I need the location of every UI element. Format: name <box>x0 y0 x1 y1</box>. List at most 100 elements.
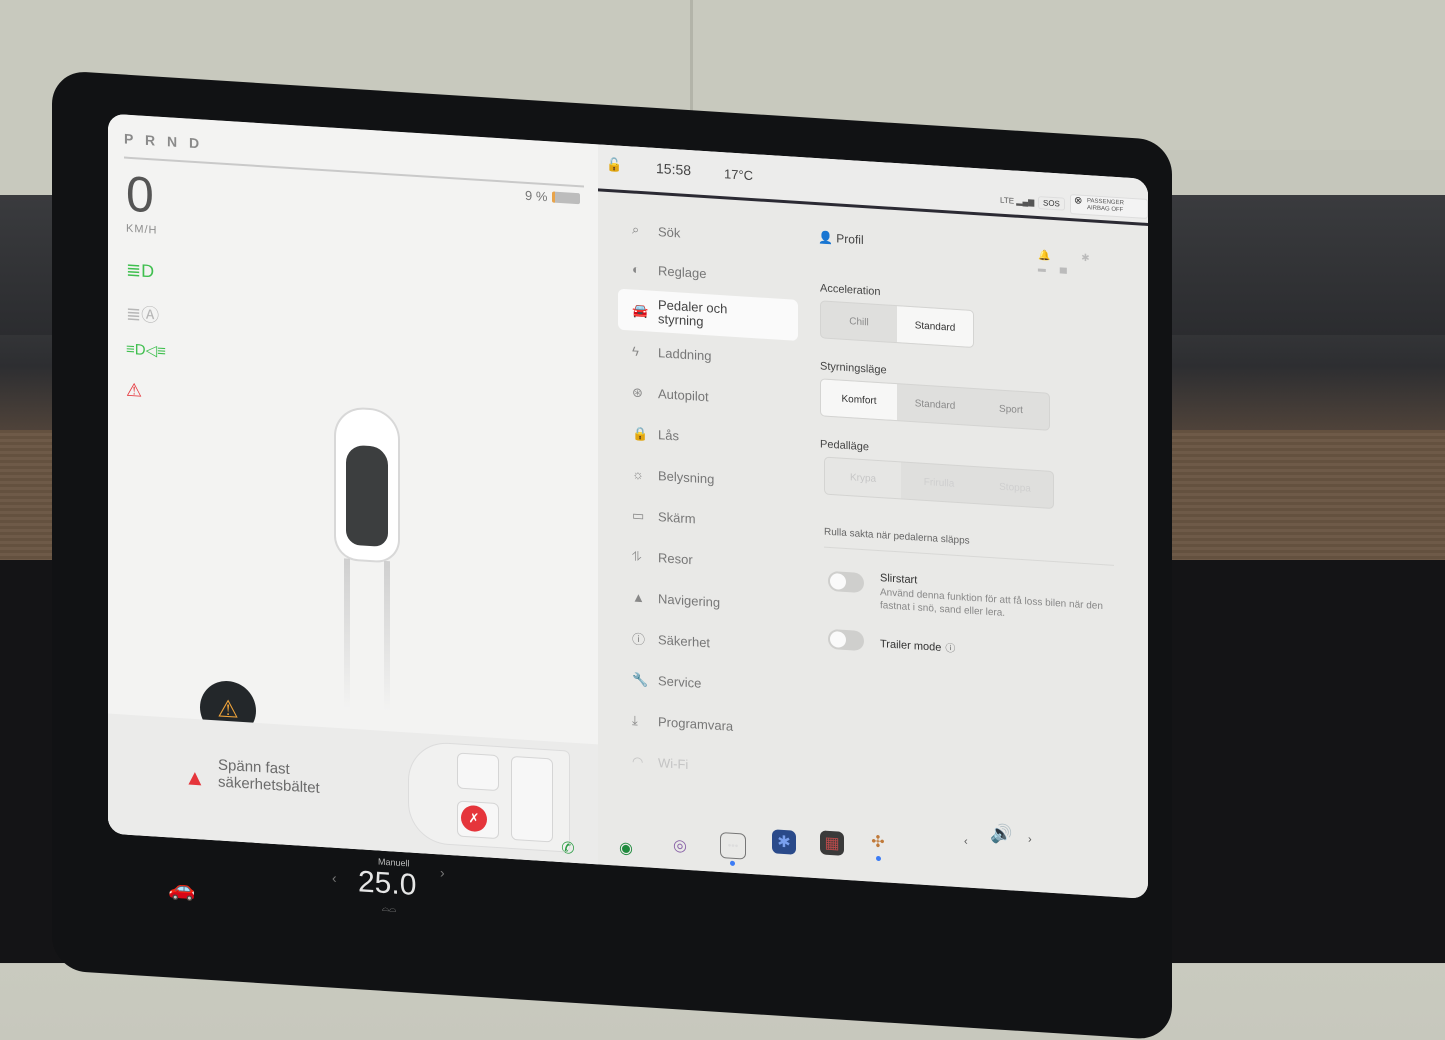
pedal-mode-hint: Rulla sakta när pedalerna släpps <box>824 526 970 547</box>
nav-item-label: Skärm <box>658 509 696 527</box>
light-icon: ☼ <box>632 466 644 483</box>
nav-item-label: Reglage <box>658 263 707 282</box>
steering-option-komfort[interactable]: Komfort <box>821 379 897 421</box>
seat-map: ✗ <box>408 740 570 853</box>
display-bezel: P R N D 9 % 0 KM/H ≣D ≣Ⓐ ≡D◁≡ ⚠ ⚠ ▲ Spän… <box>52 70 1172 1040</box>
touchscreen: P R N D 9 % 0 KM/H ≣D ≣Ⓐ ≡D◁≡ ⚠ ⚠ ▲ Spän… <box>108 113 1148 899</box>
lane-line-right <box>384 560 390 712</box>
volume-decrease[interactable]: ‹ <box>964 835 968 847</box>
nav-item-label: Wi-Fi <box>658 755 689 773</box>
sos-button[interactable]: SOS <box>1038 196 1065 211</box>
gear-divider <box>124 156 584 188</box>
nav-item-label: Autopilot <box>658 386 709 405</box>
slip-start-toggle[interactable] <box>828 570 864 594</box>
nav-item-label: Service <box>658 673 702 691</box>
nav-search-label: Sök <box>658 223 681 241</box>
volume-icon[interactable]: 🔊 <box>990 823 1012 845</box>
more-apps-icon[interactable]: ••• <box>720 832 746 860</box>
nav-item-label: Navigering <box>658 591 721 611</box>
nav-item-label: Programvara <box>658 714 734 734</box>
steering-wheel-icon: ⊛ <box>632 383 643 400</box>
seat-passenger <box>457 752 499 792</box>
climate-increase[interactable]: › <box>440 864 445 880</box>
climate-temperature[interactable]: 25.0 <box>358 865 416 903</box>
warning-icon: ▲ <box>184 764 206 791</box>
trailer-mode-title: Trailer mode ⓘ <box>880 635 955 655</box>
spotify-icon[interactable]: ◉ <box>614 835 638 861</box>
safety-icon: ⓘ <box>632 631 646 648</box>
trips-icon: ⥮ <box>632 547 642 564</box>
settings-nav: ⌕ Sök ◐ Reglage 🚘 Pedaler och styrning ϟ… <box>618 210 798 792</box>
camera-icon[interactable]: ◎ <box>668 833 692 859</box>
bluetooth-icon[interactable]: ✱ <box>772 829 796 855</box>
slip-start-description: Använd denna funktion för att få loss bi… <box>880 587 1103 619</box>
speed-unit: KM/H <box>126 222 158 237</box>
lane-line-left <box>344 558 350 709</box>
steering-option-standard[interactable]: Standard <box>897 384 973 425</box>
profile-label: Profil <box>836 231 864 248</box>
battery-percent: 9 % <box>525 187 548 205</box>
speed-readout: 0 <box>126 165 154 224</box>
nav-item-label: Resor <box>658 550 693 568</box>
lightning-icon: ϟ <box>632 343 639 359</box>
clock: 15:58 <box>656 160 692 179</box>
car-controls-icon[interactable]: 🚗 <box>168 875 195 903</box>
lock-icon[interactable]: 🔓 <box>606 157 622 174</box>
seat-rear <box>511 755 553 843</box>
wifi-icon: ◠ <box>632 752 644 769</box>
acceleration-option-standard[interactable]: Standard <box>897 306 973 347</box>
settings-panel: 🔓 15:58 17°C LTE ▂▄▆ SOS PASSENGER AIRBA… <box>598 144 1148 899</box>
navigation-arrow-icon: ▲ <box>632 589 645 606</box>
download-icon: ⤓ <box>632 711 638 728</box>
wrench-icon: 🔧 <box>632 670 649 688</box>
nav-item-label: Pedaler och styrning <box>658 296 728 329</box>
defrost-icons[interactable]: ⌓⌓ <box>382 903 396 915</box>
calendar-icon[interactable]: ▦ <box>820 830 844 856</box>
person-icon: 👤 <box>818 230 833 246</box>
toggle-icon: ◐ <box>632 261 640 277</box>
auto-high-beam-icon: ≣Ⓐ <box>126 303 160 326</box>
outside-temperature: 17°C <box>724 166 754 184</box>
pedal-option-krypa[interactable]: Krypa <box>825 457 901 499</box>
phone-icon[interactable]: ✆ <box>556 836 580 862</box>
alert-message: Spänn fast säkerhetsbältet <box>218 756 320 797</box>
steering-mode-selector: Komfort Standard Sport <box>820 378 1050 431</box>
steering-option-sport[interactable]: Sport <box>973 389 1049 430</box>
pedal-option-frirulla[interactable]: Frirulla <box>901 462 977 503</box>
driving-panel: P R N D 9 % 0 KM/H ≣D ≣Ⓐ ≡D◁≡ ⚠ ⚠ ▲ Spän… <box>108 113 598 865</box>
active-indicator <box>730 860 735 866</box>
steering-mode-label: Styrningsläge <box>820 360 887 377</box>
display-icon: ▭ <box>632 506 645 523</box>
pedal-option-stoppa[interactable]: Stoppa <box>977 467 1053 508</box>
low-beam-icon: ≣D <box>126 259 155 282</box>
connectivity-status-icons: 🔔 ✱ ▂▄ <box>1038 250 1104 275</box>
info-icon[interactable]: ⓘ <box>945 643 955 655</box>
trailer-mode-toggle[interactable] <box>828 628 864 652</box>
pedal-mode-label: Pedalläge <box>820 438 869 454</box>
profile-button[interactable]: 👤 Profil <box>818 230 864 247</box>
passenger-airbag-indicator: PASSENGER AIRBAG OFF <box>1070 194 1148 219</box>
climate-decrease[interactable]: ‹ <box>332 870 337 886</box>
pedal-mode-selector: Krypa Frirulla Stoppa <box>824 456 1054 510</box>
nav-item-label: Laddning <box>658 345 712 364</box>
seatbelt-warning-icon: ⚠ <box>126 379 143 401</box>
slip-start-title: Slirstart <box>880 572 918 587</box>
trailer-mode-label: Trailer mode <box>880 638 942 654</box>
acceleration-selector: Chill Standard <box>820 300 974 349</box>
parking-lights-icon: ≡D◁≡ <box>126 340 166 361</box>
acceleration-label: Acceleration <box>820 282 881 299</box>
volume-increase[interactable]: › <box>1028 833 1032 845</box>
car-icon: 🚘 <box>632 301 649 319</box>
games-icon[interactable]: ✣ <box>866 829 890 855</box>
active-indicator <box>876 855 881 862</box>
nav-item-label: Lås <box>658 427 679 444</box>
section-divider <box>824 546 1114 566</box>
vehicle-top-view <box>336 407 398 562</box>
acceleration-option-chill[interactable]: Chill <box>821 301 897 342</box>
nav-item-label: Belysning <box>658 468 715 487</box>
gear-selector[interactable]: P R N D <box>124 131 203 152</box>
search-icon: ⌕ <box>632 221 640 237</box>
nav-item-label: Säkerhet <box>658 632 711 651</box>
battery-icon <box>552 191 580 205</box>
lock-icon: 🔒 <box>632 424 649 442</box>
